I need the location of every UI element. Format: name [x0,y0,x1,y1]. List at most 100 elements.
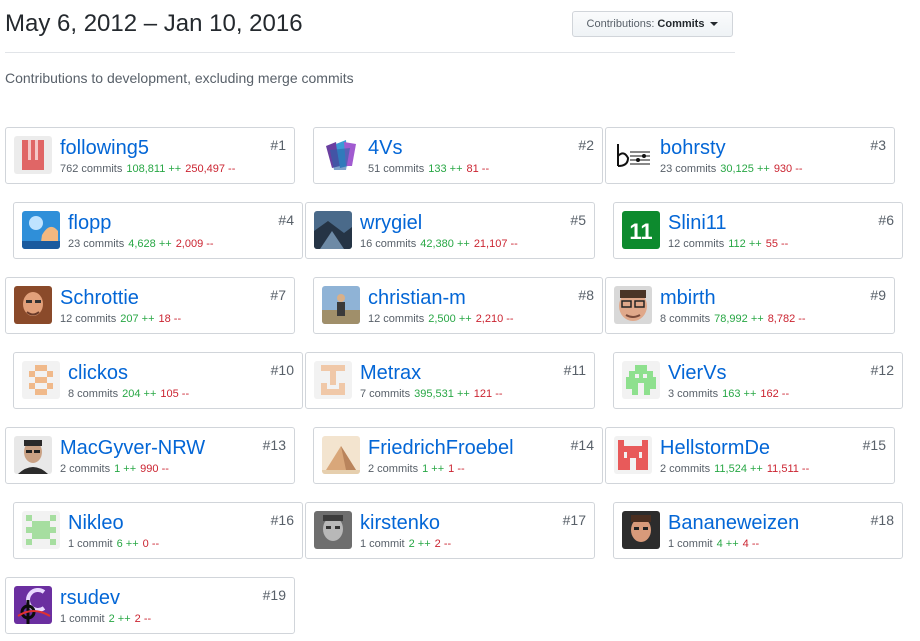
contributor-stats: 2 commits 1 ++ 990 -- [60,463,169,475]
contributor-card: Nikleo 1 commit 6 ++ 0 -- #16 [13,502,303,559]
contributor-login[interactable]: MacGyver-NRW [60,437,205,460]
commit-count: 12 commits [60,313,117,325]
contributor-stats: 1 commit 4 ++ 4 -- [668,538,759,550]
contributor-stats: 1 commit 2 ++ 2 -- [60,613,151,625]
additions: 395,531 ++ [414,388,470,400]
avatar[interactable] [314,511,352,549]
contributor-card: MacGyver-NRW 2 commits 1 ++ 990 -- #13 [5,427,295,484]
avatar[interactable] [614,436,652,474]
deletions: 2,009 -- [175,238,214,250]
avatar[interactable] [322,286,360,324]
rank-label: #6 [878,212,894,228]
avatar[interactable] [22,511,60,549]
contributor-login[interactable]: Bananeweizen [668,512,799,535]
contributor-login[interactable]: flopp [68,212,111,235]
commit-count: 16 commits [360,238,417,250]
contributor-login[interactable]: Metrax [360,362,421,385]
rank-label: #16 [270,512,294,528]
contributor-card: Metrax 7 commits 395,531 ++ 121 -- #11 [305,352,595,409]
contributor-stats: 1 commit 6 ++ 0 -- [68,538,159,550]
deletions: 121 -- [473,388,503,400]
contributor-login[interactable]: wrygiel [360,212,422,235]
deletions: 1 -- [448,463,465,475]
commit-count: 8 commits [68,388,119,400]
contributor-login[interactable]: FriedrichFroebel [368,437,514,460]
additions: 112 ++ [728,238,762,250]
contributor-login[interactable]: rsudev [60,587,120,610]
contributor-login[interactable]: clickos [68,362,128,385]
contributor-login[interactable]: bohrsty [660,137,726,160]
avatar[interactable] [622,511,660,549]
commit-count: 762 commits [60,163,123,175]
contributor-stats: 7 commits 395,531 ++ 121 -- [360,388,503,400]
commit-count: 8 commits [660,313,711,325]
contributor-login[interactable]: following5 [60,137,149,160]
deletions: 990 -- [140,463,169,475]
deletions: 4 -- [742,538,760,550]
avatar[interactable] [614,136,652,174]
avatar[interactable] [322,136,360,174]
commit-count: 2 commits [660,463,711,475]
additions: 2 ++ [408,538,431,550]
contributor-card: christian-m 12 commits 2,500 ++ 2,210 -- #… [313,277,603,334]
avatar[interactable] [314,211,352,249]
avatar[interactable] [14,436,52,474]
contributor-card: wrygiel 16 commits 42,380 ++ 21,107 -- #5 [305,202,595,259]
avatar[interactable] [14,286,52,324]
contributor-login[interactable]: christian-m [368,287,466,310]
contributor-card: mbirth 8 commits 78,992 ++ 8,782 -- #9 [605,277,895,334]
avatar[interactable] [14,586,52,624]
avatar[interactable] [314,361,352,399]
deletions: 18 -- [158,313,182,325]
commit-count: 51 commits [368,163,425,175]
avatar-text: 11 [629,219,652,244]
avatar[interactable] [22,211,60,249]
contributor-card: FriedrichFroebel 2 commits 1 ++ 1 -- #14 [313,427,603,484]
contributor-stats: 8 commits 78,992 ++ 8,782 -- [660,313,806,325]
contributor-login[interactable]: Slini11 [668,212,727,235]
contributor-card: Bananeweizen 1 commit 4 ++ 4 -- #18 [613,502,903,559]
contributor-stats: 12 commits 207 ++ 18 -- [60,313,181,325]
contributor-login[interactable]: 4Vs [368,137,402,160]
deletions: 2 -- [434,538,452,550]
additions: 108,811 ++ [126,163,182,175]
contributor-stats: 12 commits 112 ++ 55 -- [668,238,788,250]
deletions: 21,107 -- [473,238,518,250]
page-header: May 6, 2012 – Jan 10, 2016 Contributions… [5,0,735,53]
contributor-stats: 2 commits 1 ++ 1 -- [368,463,465,475]
additions: 6 ++ [116,538,139,550]
deletions: 2 -- [134,613,152,625]
avatar[interactable] [14,136,52,174]
avatar[interactable]: 11 [622,211,660,249]
contributor-login[interactable]: VierVs [668,362,727,385]
contributor-login[interactable]: mbirth [660,287,716,310]
contributor-stats: 23 commits 30,125 ++ 930 -- [660,163,803,175]
additions: 4,628 ++ [128,238,172,250]
contributions-select-button[interactable]: Contributions: Commits [572,11,733,37]
deletions: 105 -- [160,388,190,400]
rank-label: #8 [578,287,594,303]
deletions: 162 -- [760,388,790,400]
commit-count: 1 commit [668,538,713,550]
commit-count: 1 commit [60,613,105,625]
rank-label: #7 [270,287,286,303]
contributor-stats: 1 commit 2 ++ 2 -- [360,538,451,550]
contributor-login[interactable]: Nikleo [68,512,124,535]
contributor-login[interactable]: HellstormDe [660,437,770,460]
commit-count: 12 commits [668,238,725,250]
avatar[interactable] [22,361,60,399]
additions: 11,524 ++ [714,463,763,475]
avatar[interactable] [622,361,660,399]
avatar[interactable] [614,286,652,324]
rank-label: #3 [870,137,886,153]
additions: 78,992 ++ [714,313,764,325]
additions: 204 ++ [122,388,157,400]
contributor-card: HellstormDe 2 commits 11,524 ++ 11,511 -- … [605,427,895,484]
contributor-login[interactable]: kirstenko [360,512,440,535]
rank-label: #12 [870,362,894,378]
deletions: 2,210 -- [475,313,514,325]
deletions: 8,782 -- [767,313,806,325]
avatar[interactable] [322,436,360,474]
additions: 42,380 ++ [420,238,470,250]
contributor-login[interactable]: Schrottie [60,287,139,310]
